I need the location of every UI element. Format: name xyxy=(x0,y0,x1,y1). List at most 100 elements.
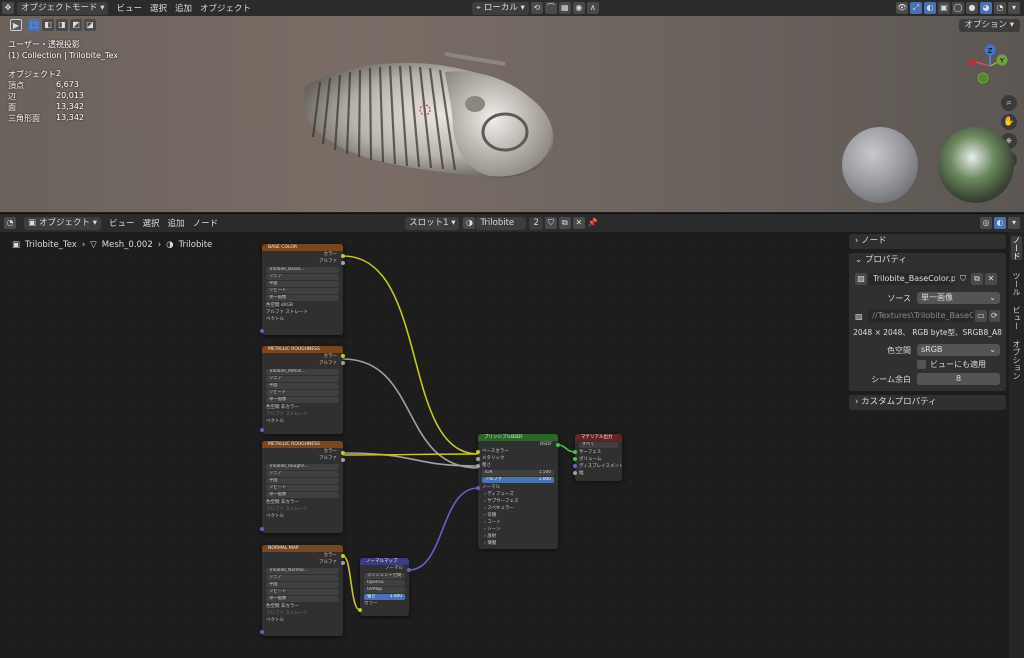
snap-icon[interactable]: ⌒ xyxy=(544,2,557,14)
menu-view[interactable]: ビュー xyxy=(109,217,135,229)
seam-margin-field[interactable]: 8 xyxy=(917,373,1000,385)
socket[interactable] xyxy=(341,458,345,462)
socket[interactable] xyxy=(476,486,480,490)
shading-material-icon[interactable]: ◕ xyxy=(980,2,992,14)
menu-add[interactable]: 追加 xyxy=(168,217,185,229)
socket[interactable] xyxy=(573,471,577,475)
x-axis-icon[interactable] xyxy=(968,58,976,66)
transform-orientation-dropdown[interactable]: ⌖ ローカル ▾ xyxy=(472,1,529,15)
shading-solid-icon[interactable]: ● xyxy=(966,2,978,14)
visibility-icon[interactable]: 👁 xyxy=(896,2,908,14)
menu-select[interactable]: 選択 xyxy=(143,217,160,229)
shading-wire-icon[interactable]: ◯ xyxy=(952,2,964,14)
snap-icon[interactable]: ◐ xyxy=(994,217,1006,229)
pin-icon[interactable]: 📌 xyxy=(587,217,599,229)
tab-view[interactable]: ビュー xyxy=(1011,306,1022,330)
socket[interactable] xyxy=(260,329,264,333)
source-select[interactable]: 単一画像 ⌄ xyxy=(917,292,1000,304)
fake-user-icon[interactable]: ⛉ xyxy=(957,273,969,285)
gizmo-icon[interactable]: ⤢ xyxy=(910,2,922,14)
tab-options[interactable]: オプション xyxy=(1011,340,1022,380)
pan-hand-icon[interactable]: ✋ xyxy=(1001,114,1017,130)
colorspace-select[interactable]: sRGB ⌄ xyxy=(917,344,1000,356)
reload-icon[interactable]: ⟳ xyxy=(988,310,1001,322)
socket[interactable] xyxy=(341,261,345,265)
view-options-icon[interactable]: ▾ xyxy=(1008,217,1020,229)
pivot-icon[interactable]: ⟲ xyxy=(530,2,543,14)
shading-rendered-icon[interactable]: ◔ xyxy=(994,2,1006,14)
viewport-tool-row: ▶ ⬚ ◧ ◨ ◩ ◪ オプション ▾ xyxy=(0,16,1024,34)
socket[interactable] xyxy=(260,630,264,634)
select-tool-icon[interactable]: ▶ xyxy=(10,19,22,31)
slot-dropdown[interactable]: スロット1 ▾ xyxy=(405,216,460,230)
new-image-icon[interactable]: ⧉ xyxy=(971,273,983,285)
socket[interactable] xyxy=(341,354,345,358)
custom-properties-title[interactable]: カスタムプロパティ xyxy=(861,397,936,407)
select-intersect-icon[interactable]: ◪ xyxy=(84,19,96,31)
shading-options-icon[interactable]: ▾ xyxy=(1008,2,1020,14)
select-subtract-icon[interactable]: ◨ xyxy=(56,19,68,31)
tab-tool[interactable]: ツール xyxy=(1011,272,1022,296)
socket[interactable] xyxy=(476,450,480,454)
stat-value: 20,013 xyxy=(56,91,84,100)
material-browse-icon[interactable]: ◑ xyxy=(463,217,476,229)
options-dropdown[interactable]: オプション ▾ xyxy=(958,18,1020,32)
trilobite-model[interactable] xyxy=(295,42,565,192)
socket[interactable] xyxy=(341,561,345,565)
material-name-field[interactable]: Trilobite xyxy=(476,216,527,230)
socket[interactable] xyxy=(573,464,577,468)
socket[interactable] xyxy=(260,428,264,432)
socket[interactable] xyxy=(341,451,345,455)
node-section-title[interactable]: ノード xyxy=(861,236,887,246)
socket[interactable] xyxy=(260,527,264,531)
menu-object[interactable]: オブジェクト xyxy=(200,2,251,14)
image-browse-icon[interactable]: ▨ xyxy=(855,273,867,285)
socket[interactable] xyxy=(573,457,577,461)
zoom-icon[interactable]: ⌕ xyxy=(1001,95,1017,111)
menu-view[interactable]: ビュー xyxy=(116,2,142,14)
socket[interactable] xyxy=(358,608,362,612)
material-users-count[interactable]: 2 xyxy=(529,216,543,230)
socket[interactable] xyxy=(341,361,345,365)
view-transform-checkbox[interactable] xyxy=(917,360,926,369)
neg-y-axis-icon[interactable] xyxy=(977,72,989,84)
3d-viewport[interactable]: ✥ オブジェクトモード ▾ ビュー 選択 追加 オブジェクト ⌖ ローカル ▾ ⟲… xyxy=(0,0,1024,212)
fake-user-icon[interactable]: ⛉ xyxy=(544,217,557,229)
select-box-mode-icon[interactable]: ⬚ xyxy=(28,19,40,31)
unlink-icon[interactable]: ✕ xyxy=(985,273,997,285)
filepath-field[interactable]: //Textures\Trilobite_BaseC... xyxy=(868,310,974,322)
socket[interactable] xyxy=(476,464,480,468)
node-section[interactable]: › ノード xyxy=(849,234,1006,249)
snap-target-icon[interactable]: ▦ xyxy=(558,2,571,14)
mode-dropdown[interactable]: オブジェクトモード ▾ xyxy=(17,1,109,15)
socket[interactable] xyxy=(476,457,480,461)
xray-icon[interactable]: ▣ xyxy=(938,2,950,14)
navigation-gizmo[interactable]: Z Y xyxy=(962,42,1018,90)
object-dropdown[interactable]: ▣ オブジェクト ▾ xyxy=(24,216,102,230)
duplicate-icon[interactable]: ⧉ xyxy=(558,217,571,229)
socket[interactable] xyxy=(341,254,345,258)
select-extend-icon[interactable]: ◧ xyxy=(42,19,54,31)
falloff-icon[interactable]: ∧ xyxy=(586,2,599,14)
unlink-icon[interactable]: ✕ xyxy=(572,217,585,229)
socket[interactable] xyxy=(341,554,345,558)
custom-properties-section[interactable]: › カスタムプロパティ xyxy=(849,395,1006,410)
folder-icon[interactable]: ▭ xyxy=(975,310,987,322)
socket[interactable] xyxy=(573,450,577,454)
image-name-field[interactable]: Trilobite_BaseColor.p... xyxy=(869,273,955,285)
stat-label: オブジェクト xyxy=(8,70,56,79)
editor-type-icon[interactable]: ✥ xyxy=(2,2,14,14)
socket[interactable] xyxy=(407,568,411,572)
socket[interactable] xyxy=(556,443,560,447)
tab-node[interactable]: ノード xyxy=(1011,236,1022,260)
menu-add[interactable]: 追加 xyxy=(175,2,192,14)
select-invert-icon[interactable]: ◩ xyxy=(70,19,82,31)
overlay-icon[interactable]: ◎ xyxy=(980,217,992,229)
editor-type-icon[interactable]: ◔ xyxy=(4,217,16,229)
menu-node[interactable]: ノード xyxy=(193,217,219,229)
menu-select[interactable]: 選択 xyxy=(150,2,167,14)
overlay-icon[interactable]: ◐ xyxy=(924,2,936,14)
properties-section-title[interactable]: プロパティ xyxy=(865,255,907,265)
node-canvas[interactable]: ▣ Trilobite_Tex › ▽ Mesh_0.002 › ◑ Trilo… xyxy=(0,232,1024,658)
proportional-edit-icon[interactable]: ◉ xyxy=(572,2,585,14)
